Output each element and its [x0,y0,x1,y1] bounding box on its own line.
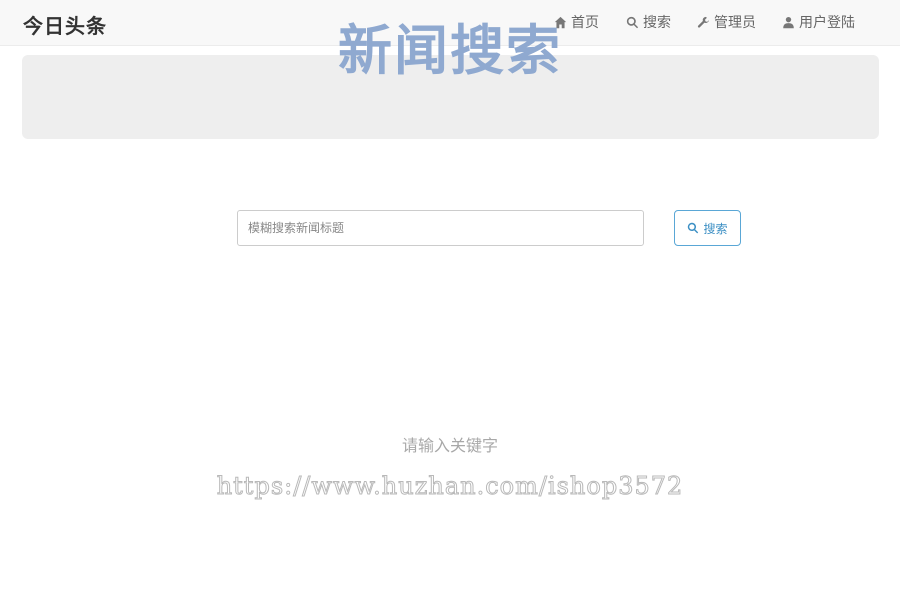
search-button[interactable]: 搜索 [674,210,741,246]
page-title: 新闻搜索 [338,19,562,82]
search-button-label: 搜索 [703,221,728,236]
search-icon [688,222,699,234]
search-input[interactable] [237,210,644,246]
empty-state-hint: 请输入关键字 [401,436,498,455]
watermark-text: https://www.huzhan.com/ishop3572 [216,472,684,501]
